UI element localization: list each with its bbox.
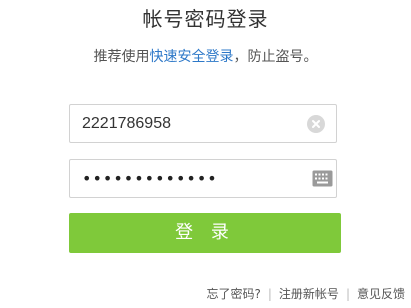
forgot-password-link[interactable]: 忘了密码? <box>207 287 261 301</box>
page-title: 帐号密码登录 <box>142 7 269 31</box>
password-input[interactable]: ••••••••••••• <box>82 160 218 197</box>
hint-prefix: 推荐使用 <box>93 49 150 65</box>
register-link[interactable]: 注册新帐号 <box>279 287 339 301</box>
password-field[interactable]: ••••••••••••• <box>69 159 337 198</box>
footer-links: 忘了密码? | 注册新帐号 | 意见反馈 <box>207 284 406 304</box>
quick-login-link[interactable]: 快速安全登录 <box>150 49 234 65</box>
footer-separator: | <box>267 287 272 301</box>
account-field[interactable] <box>69 104 337 143</box>
account-input[interactable] <box>70 105 295 142</box>
login-hint: 推荐使用快速安全登录，防止盗号。 <box>0 46 411 68</box>
clear-icon[interactable] <box>307 115 325 133</box>
feedback-link[interactable]: 意见反馈 <box>357 287 405 301</box>
keyboard-icon[interactable] <box>312 170 333 187</box>
login-button[interactable]: 登 录 <box>69 213 341 253</box>
footer-separator: | <box>345 287 350 301</box>
hint-suffix: ，防止盗号。 <box>233 49 318 65</box>
